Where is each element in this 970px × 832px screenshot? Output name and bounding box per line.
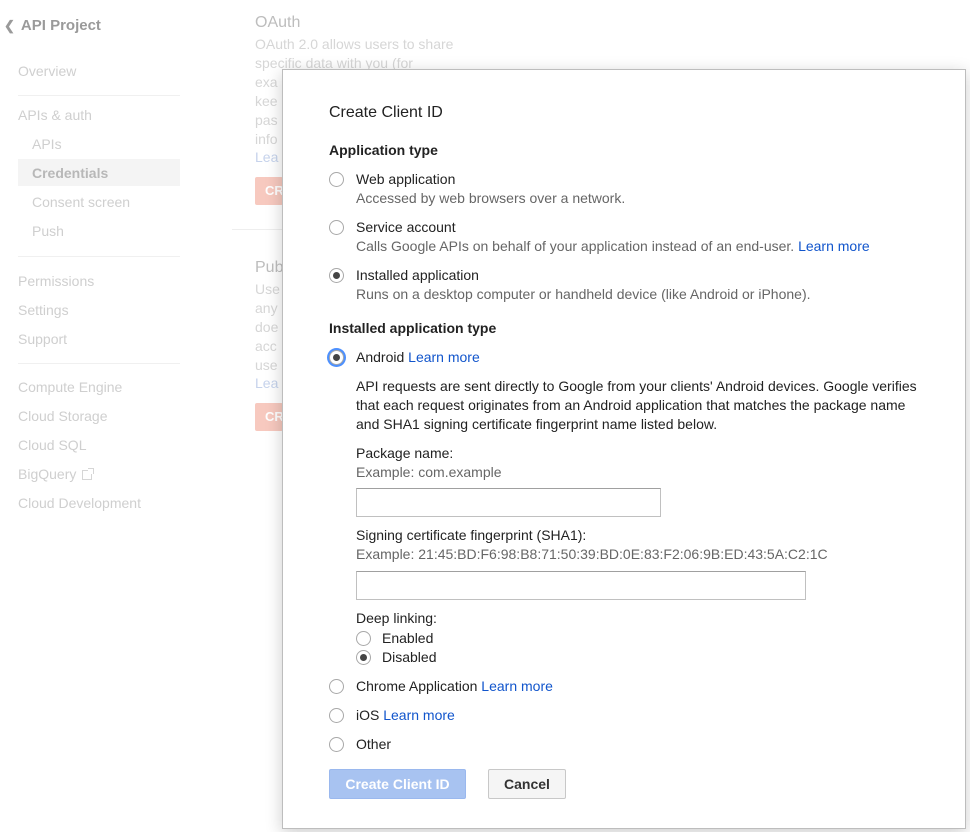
application-type-heading: Application type — [329, 142, 438, 158]
app-type-installed-application[interactable]: Installed application Runs on a desktop … — [329, 266, 811, 304]
sha1-label: Signing certificate fingerprint (SHA1): — [356, 527, 587, 543]
service-account-label: Service account — [356, 219, 456, 235]
sidebar-item-consent-screen[interactable]: Consent screen — [32, 194, 130, 210]
radio-ios[interactable] — [329, 708, 344, 723]
deep-linking-disabled-label: Disabled — [382, 649, 437, 665]
deep-linking-enabled[interactable]: Enabled — [356, 629, 433, 648]
public-api-heading: Pub — [255, 259, 284, 276]
package-name-label: Package name: — [356, 445, 454, 461]
sidebar-item-cloud-development[interactable]: Cloud Development — [18, 495, 141, 511]
external-link-icon — [82, 468, 95, 481]
chevron-left-icon: ❮ — [4, 17, 15, 33]
ios-learn-more-link[interactable]: Learn more — [383, 707, 455, 723]
sidebar-item-bigquery-label: BigQuery — [18, 466, 77, 482]
sidebar-item-support[interactable]: Support — [18, 331, 67, 347]
oauth-learn-more-link[interactable]: Lea — [255, 149, 278, 165]
sidebar-item-settings[interactable]: Settings — [18, 302, 69, 318]
installed-type-ios[interactable]: iOS Learn more — [329, 706, 455, 725]
sidebar-divider — [18, 256, 180, 257]
sidebar-item-cloud-sql[interactable]: Cloud SQL — [18, 437, 86, 453]
installed-application-label: Installed application — [356, 267, 479, 283]
package-name-input[interactable] — [356, 488, 661, 517]
public-api-text: any — [255, 300, 278, 316]
radio-deep-linking-disabled[interactable] — [356, 650, 371, 665]
oauth-text: kee — [255, 93, 278, 109]
deep-linking-label: Deep linking: — [356, 610, 437, 626]
package-name-example: Example: com.example — [356, 464, 502, 480]
oauth-text: exa — [255, 74, 278, 90]
radio-service-account[interactable] — [329, 220, 344, 235]
app-type-web-application[interactable]: Web application Accessed by web browsers… — [329, 170, 625, 208]
sha1-example: Example: 21:45:BD:F6:98:B8:71:50:39:BD:0… — [356, 546, 828, 562]
dialog-title: Create Client ID — [329, 104, 443, 121]
service-account-learn-more-link[interactable]: Learn more — [798, 238, 870, 254]
deep-linking-enabled-label: Enabled — [382, 630, 434, 646]
oauth-text: pas — [255, 112, 278, 128]
section-divider — [232, 229, 284, 230]
sidebar-item-cloud-storage[interactable]: Cloud Storage — [18, 408, 108, 424]
app-type-service-account[interactable]: Service account Calls Google APIs on beh… — [329, 218, 870, 256]
android-description: API requests are sent directly to Google… — [356, 378, 917, 432]
oauth-heading: OAuth — [255, 14, 301, 31]
radio-deep-linking-enabled[interactable] — [356, 631, 371, 646]
installed-application-type-heading: Installed application type — [329, 320, 497, 336]
radio-web-application[interactable] — [329, 172, 344, 187]
sidebar-item-credentials[interactable]: Credentials — [32, 165, 108, 181]
public-api-text: doe — [255, 319, 279, 335]
sidebar-item-overview[interactable]: Overview — [18, 63, 76, 79]
public-api-create-button[interactable]: CR — [255, 403, 283, 431]
public-api-learn-more-link[interactable]: Lea — [255, 375, 278, 391]
sidebar-item-apis-auth[interactable]: APIs & auth — [18, 107, 92, 123]
create-client-id-button[interactable]: Create Client ID — [329, 769, 466, 799]
oauth-text: OAuth 2.0 allows users to share — [255, 36, 454, 52]
sidebar-divider — [18, 95, 180, 96]
service-account-description: Calls Google APIs on behalf of your appl… — [356, 238, 795, 254]
public-api-text: acc — [255, 338, 277, 354]
create-client-id-dialog: Create Client ID Application type Web ap… — [282, 69, 966, 829]
web-application-description: Accessed by web browsers over a network. — [356, 190, 626, 206]
installed-application-description: Runs on a desktop computer or handheld d… — [356, 286, 811, 302]
other-label: Other — [356, 736, 392, 752]
android-learn-more-link[interactable]: Learn more — [408, 349, 480, 365]
project-title: API Project — [20, 17, 101, 34]
sha1-fingerprint-input[interactable] — [356, 571, 806, 600]
web-application-label: Web application — [356, 171, 456, 187]
oauth-text: info — [255, 131, 278, 147]
radio-chrome-application[interactable] — [329, 679, 344, 694]
installed-type-chrome-application[interactable]: Chrome Application Learn more — [329, 677, 553, 696]
radio-installed-application[interactable] — [329, 268, 344, 283]
sidebar-item-compute-engine[interactable]: Compute Engine — [18, 379, 122, 395]
project-back-link[interactable]: ❮ API Project — [4, 17, 101, 34]
sidebar-item-apis[interactable]: APIs — [32, 136, 62, 152]
chrome-application-label: Chrome Application — [356, 678, 478, 694]
android-label: Android — [356, 349, 405, 365]
public-api-text: Use — [255, 281, 280, 297]
installed-type-android[interactable]: Android Learn more — [329, 348, 480, 367]
public-api-text: use — [255, 357, 278, 373]
sidebar-item-bigquery[interactable]: BigQuery — [18, 466, 95, 482]
sidebar-item-permissions[interactable]: Permissions — [18, 273, 94, 289]
radio-android[interactable] — [329, 350, 344, 365]
oauth-create-button[interactable]: CR — [255, 177, 283, 205]
ios-label: iOS — [356, 707, 380, 723]
deep-linking-disabled[interactable]: Disabled — [356, 648, 436, 667]
radio-other[interactable] — [329, 737, 344, 752]
installed-type-other[interactable]: Other — [329, 735, 391, 754]
sidebar-divider — [18, 363, 180, 364]
chrome-application-learn-more-link[interactable]: Learn more — [481, 678, 553, 694]
sidebar-item-push[interactable]: Push — [32, 223, 64, 239]
cancel-button[interactable]: Cancel — [488, 769, 566, 799]
